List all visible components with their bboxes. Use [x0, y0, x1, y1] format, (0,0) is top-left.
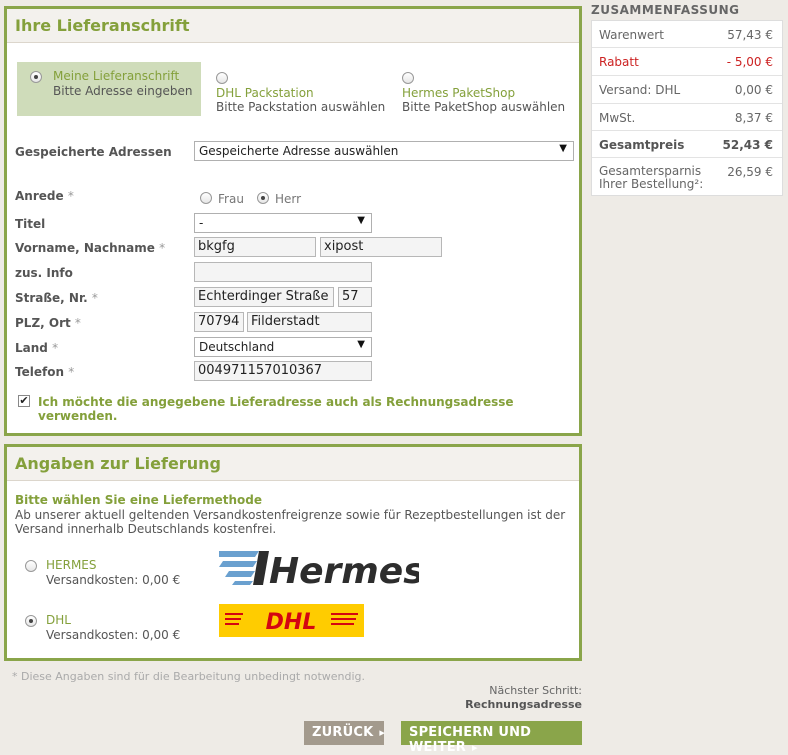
summary-title: ZUSAMMENFASSUNG [591, 3, 740, 17]
radio-paketshop[interactable] [402, 72, 414, 84]
title-label: Titel [15, 217, 46, 231]
city-input[interactable]: Filderstadt [247, 312, 372, 332]
summary-row: Rabatt - 5,00 € [592, 48, 782, 76]
dhl-name[interactable]: DHL [46, 613, 71, 627]
phone-input[interactable]: 004971157010367 [194, 361, 372, 381]
billing-same-label[interactable]: Ich möchte die angegebene Lieferadresse … [38, 395, 579, 423]
required-note: * Diese Angaben sind für die Bearbeitung… [12, 670, 366, 683]
country-label: Land * [15, 341, 59, 355]
dhl-logo: DHL [219, 604, 364, 637]
saved-addresses-select[interactable]: Gespeicherte Adresse auswählen ▼ [194, 141, 574, 161]
country-select[interactable]: Deutschland ▼ [194, 337, 372, 357]
option-paketshop-label[interactable]: Hermes PaketShop [402, 86, 515, 100]
first-name-input[interactable]: bkgfg [194, 237, 316, 257]
title-select[interactable]: - ▼ [194, 213, 372, 233]
chevron-down-icon: ▼ [559, 143, 567, 154]
hermes-cost: Versandkosten: 0,00 € [46, 573, 181, 587]
svg-text:Hermes: Hermes [269, 551, 419, 587]
dhl-cost: Versandkosten: 0,00 € [46, 628, 181, 642]
info-input[interactable] [194, 262, 372, 282]
delivery-address-panel: Ihre Lieferanschrift Meine Lieferanschri… [4, 6, 582, 436]
panel-title-address: Ihre Lieferanschrift [7, 9, 579, 43]
radio-dhl[interactable] [25, 615, 37, 627]
chevron-right-icon: ▸ [472, 741, 478, 754]
svg-text:DHL: DHL [266, 610, 317, 635]
chevron-right-icon: ▸ [379, 726, 386, 739]
option-packstation-sub: Bitte Packstation auswählen [216, 100, 386, 114]
delivery-heading: Bitte wählen Sie eine Liefermethode [15, 493, 263, 507]
radio-packstation[interactable] [216, 72, 228, 84]
phone-label: Telefon * [15, 365, 75, 379]
radio-hermes[interactable] [25, 560, 37, 572]
name-label: Vorname, Nachname * [15, 241, 166, 255]
street-label: Straße, Nr. * [15, 291, 98, 305]
option-paketshop-sub: Bitte PaketShop auswählen [402, 100, 566, 114]
summary-row-savings: Gesamtersparnis Ihrer Bestellung²: 26,59 … [599, 164, 773, 191]
info-label: zus. Info [15, 266, 73, 280]
zip-input[interactable]: 70794 [194, 312, 244, 332]
summary-row-total: Gesamtpreis 52,43 € [592, 131, 782, 158]
salutation-herr-label: Herr [275, 192, 302, 206]
delivery-method-panel: Angaben zur Lieferung Bitte wählen Sie e… [4, 444, 582, 661]
summary-box: Warenwert 57,43 € Rabatt - 5,00 € Versand:… [591, 20, 783, 196]
save-continue-button[interactable]: SPEICHERN UND WEITER ▸ [401, 721, 582, 755]
saved-addresses-label: Gespeicherte Adressen [15, 145, 172, 159]
chevron-down-icon: ▼ [357, 339, 365, 350]
summary-row: Warenwert 57,43 € [592, 21, 782, 48]
delivery-note: Ab unserer aktuell geltenden Versandkost… [15, 508, 566, 536]
salutation-label: Anrede * [15, 189, 74, 203]
summary-row: MwSt. 8,37 € [592, 104, 782, 131]
last-name-input[interactable]: xipost [320, 237, 442, 257]
next-step-label: Nächster Schritt: [489, 684, 582, 697]
summary-row: Versand: DHL 0,00 € [592, 76, 782, 104]
radio-herr[interactable] [257, 192, 269, 204]
billing-same-checkbox[interactable]: ✔ [18, 395, 30, 407]
radio-own-address[interactable] [30, 71, 42, 83]
option-own-address-label[interactable]: Meine Lieferanschrift [53, 69, 179, 83]
panel-title-delivery: Angaben zur Lieferung [7, 447, 579, 481]
hermes-logo: Hermes [215, 547, 425, 592]
back-button[interactable]: ZURÜCK ▸ [304, 721, 386, 745]
salutation-frau-label: Frau [218, 192, 244, 206]
hermes-name[interactable]: HERMES [46, 558, 97, 572]
option-own-address-sub: Bitte Adresse eingeben [53, 84, 193, 98]
street-input[interactable]: Echterdinger Straße [194, 287, 334, 307]
zip-city-label: PLZ, Ort * [15, 316, 81, 330]
next-step-value: Rechnungsadresse [465, 698, 582, 711]
radio-frau[interactable] [200, 192, 212, 204]
house-number-input[interactable]: 57 [338, 287, 372, 307]
chevron-down-icon: ▼ [357, 215, 365, 226]
option-packstation-label[interactable]: DHL Packstation [216, 86, 314, 100]
